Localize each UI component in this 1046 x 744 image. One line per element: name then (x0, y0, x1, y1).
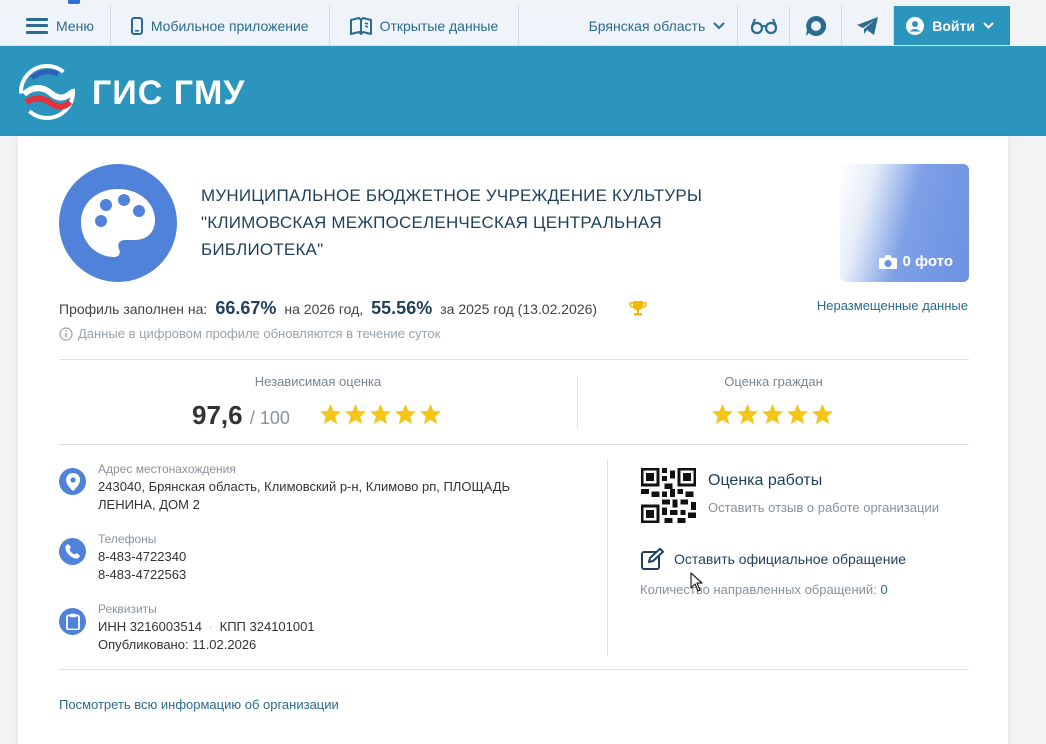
chat-button[interactable] (790, 6, 843, 45)
clipboard-icon (59, 608, 86, 635)
phones-block: Телефоны 8-483-4722340 8-483-4722563 (59, 532, 186, 584)
telegram-icon (856, 16, 878, 35)
location-pin-icon (59, 468, 86, 495)
chevron-down-icon (983, 22, 994, 29)
photo-gallery[interactable]: 0 фото (840, 164, 969, 282)
independent-stars (319, 403, 442, 426)
org-avatar (59, 164, 177, 282)
independent-rating-title: Независимая оценка (254, 374, 382, 389)
edit-icon (641, 548, 664, 570)
trophy-icon[interactable] (629, 299, 647, 317)
address-block: Адрес местонахождения 243040, Брянская о… (59, 462, 548, 514)
citizens-rating-title: Оценка граждан (724, 374, 823, 389)
separator-dot: · (208, 619, 214, 634)
login-label: Войти (932, 17, 975, 34)
requisites-block: Реквизиты ИНН 3216003514 · КПП 324101001… (59, 602, 315, 654)
telegram-button[interactable] (842, 6, 895, 45)
gis-gmu-logo-icon[interactable] (18, 64, 76, 120)
profile-current-year: на 2026 год, (284, 301, 364, 317)
chevron-down-icon (713, 21, 725, 29)
menu-button[interactable]: Меню (0, 6, 111, 45)
profile-fill-label: Профиль заполнен на: (59, 301, 208, 317)
independent-score-max: / 100 (249, 408, 290, 428)
star-icon (761, 403, 784, 425)
phones-label: Телефоны (98, 532, 157, 546)
open-data-label: Открытые данные (379, 17, 499, 34)
hamburger-icon (26, 17, 48, 34)
open-book-icon (349, 16, 372, 35)
region-label: Брянская область (588, 17, 706, 34)
independent-rating: Независимая оценка (59, 374, 577, 389)
view-all-info-link[interactable]: Посмотреть всю информацию об организации (59, 697, 339, 712)
organization-name: МУНИЦИПАЛЬНОЕ БЮДЖЕТНОЕ УЧРЕЖДЕНИЕ КУЛЬТ… (201, 186, 703, 259)
citizens-rating: Оценка граждан (578, 374, 969, 389)
phone-1[interactable]: 8-483-4722340 (98, 548, 186, 566)
photo-count-label: 0 фото (902, 253, 953, 270)
work-rating-title[interactable]: Оценка работы (708, 472, 822, 490)
appeal-count-line: Количество направленных обращений: 0 (640, 582, 888, 597)
requisites-label: Реквизиты (98, 602, 157, 616)
profile-pct-current: 66.67% (215, 298, 277, 318)
top-navigation: Меню Мобильное приложение Открытые данны… (0, 6, 1010, 46)
kpp-value: КПП 324101001 (219, 619, 315, 634)
star-icon (394, 403, 417, 425)
star-icon (711, 403, 734, 425)
update-note: Данные в цифровом профиле обновляются в … (59, 326, 440, 341)
appeal-count-value: 0 (880, 582, 888, 597)
chat-bubble-icon (805, 15, 826, 36)
star-icon (369, 403, 392, 425)
star-icon (419, 403, 442, 425)
login-button[interactable]: Войти (894, 6, 1010, 45)
phone-icon (59, 538, 86, 565)
profile-previous-year: за 2025 год (13.02.2026) (440, 301, 598, 317)
requisites-ids: ИНН 3216003514 · КПП 324101001 (98, 618, 315, 636)
work-rating-subtitle: Оставить отзыв о работе организации (708, 500, 939, 515)
independent-score: 97,6 / 100 (192, 400, 290, 431)
organization-card: МУНИЦИПАЛЬНОЕ БЮДЖЕТНОЕ УЧРЕЖДЕНИЕ КУЛЬТ… (18, 136, 1008, 744)
star-icon (811, 403, 834, 425)
user-circle-icon (906, 16, 925, 35)
brand-title[interactable]: ГИС ГМУ (92, 74, 245, 113)
divider (59, 359, 969, 360)
glasses-icon (750, 18, 777, 34)
unplaced-data-link[interactable]: Неразмещенные данные (817, 298, 968, 313)
star-icon (786, 403, 809, 425)
mobile-app-label: Мобильное приложение (150, 17, 309, 34)
divider (59, 669, 969, 670)
site-header: ГИС ГМУ (0, 46, 1046, 136)
smartphone-icon (130, 16, 143, 35)
official-appeal-label: Оставить официальное обращение (674, 551, 907, 567)
menu-label: Меню (56, 17, 94, 34)
address-label: Адрес местонахождения (98, 462, 236, 476)
photo-count: 0 фото (878, 253, 953, 270)
star-icon (319, 403, 342, 425)
browser-tab-marker (68, 0, 80, 4)
profile-pct-previous: 55.56% (371, 298, 433, 318)
official-appeal-link[interactable]: Оставить официальное обращение (641, 548, 906, 570)
open-data-link[interactable]: Открытые данные (330, 6, 520, 45)
info-icon (59, 326, 73, 341)
star-icon (344, 403, 367, 425)
independent-score-value: 97,6 (192, 400, 243, 430)
phone-2[interactable]: 8-483-4722563 (98, 566, 186, 584)
qr-code-icon[interactable] (641, 468, 696, 523)
profile-fill-line: Профиль заполнен на: 66.67% на 2026 год,… (59, 298, 597, 319)
appeal-count-label: Количество направленных обращений: (640, 582, 877, 597)
inn-value: ИНН 3216003514 (98, 619, 203, 634)
mouse-cursor-icon (690, 572, 703, 592)
published-date: Опубликовано: 11.02.2026 (98, 637, 257, 652)
vertical-divider (607, 460, 608, 656)
region-selector[interactable]: Брянская область (569, 6, 739, 45)
accessibility-glasses-button[interactable] (738, 6, 791, 45)
update-note-text: Данные в цифровом профиле обновляются в … (78, 326, 441, 341)
citizens-stars (711, 403, 834, 426)
address-value: 243040, Брянская область, Климовский р-н… (98, 479, 511, 512)
palette-icon (81, 189, 155, 257)
divider (59, 444, 969, 445)
mobile-app-link[interactable]: Мобильное приложение (111, 6, 330, 45)
camera-icon (879, 254, 898, 269)
star-icon (736, 403, 759, 425)
